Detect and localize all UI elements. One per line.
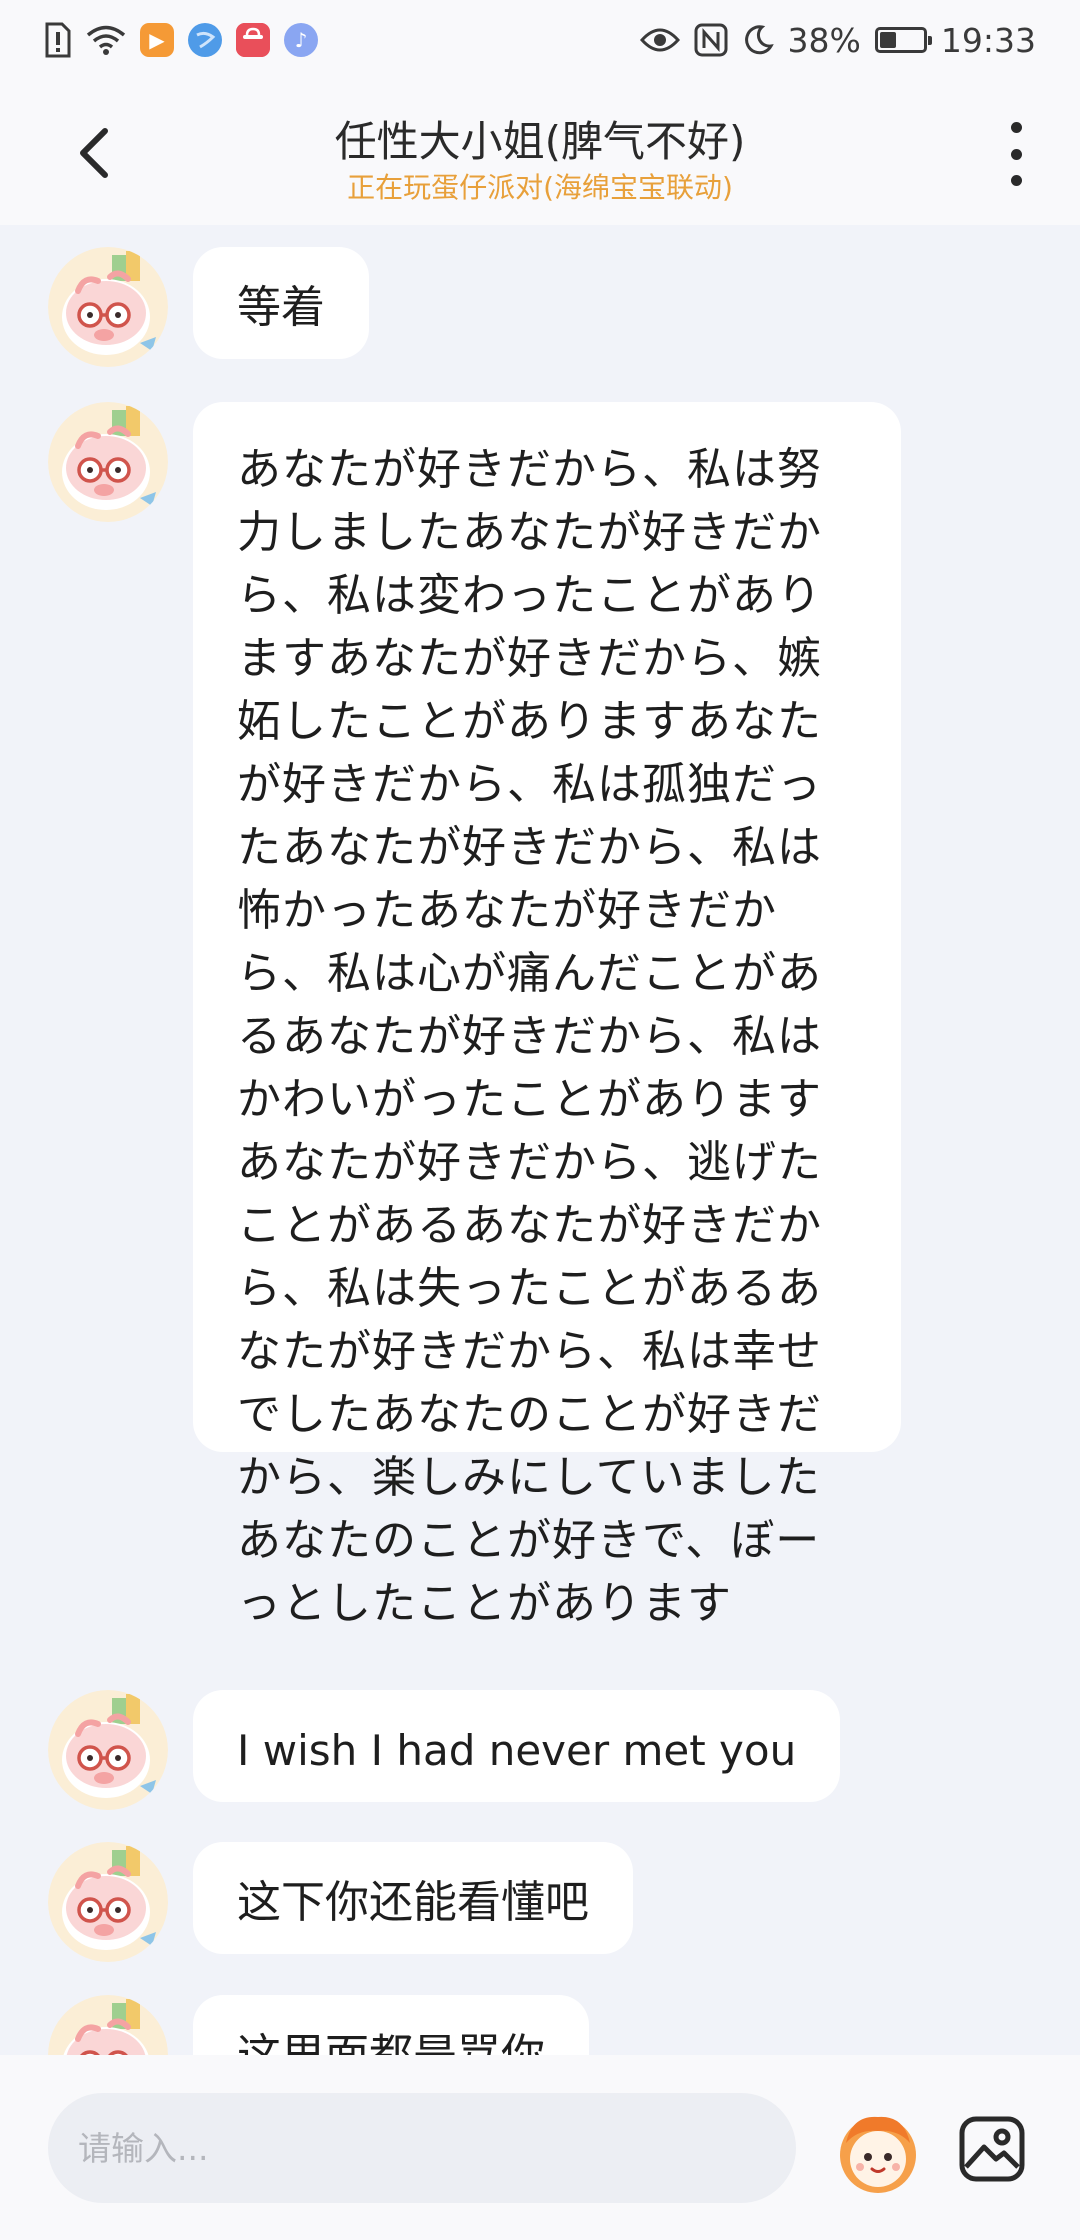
more-options-button[interactable] — [994, 122, 1038, 186]
more-vertical-icon-dot — [1010, 148, 1022, 160]
message-row: あなたが好きだから、私は努力しましたあなたが好きだから、私は変わったことがありま… — [0, 402, 1080, 1629]
moon-icon — [742, 24, 774, 56]
message-bubble[interactable]: 等着 — [193, 247, 369, 359]
nfc-icon — [694, 23, 728, 57]
contact-avatar[interactable] — [48, 1690, 168, 1810]
video-app-icon: ▶ — [140, 23, 174, 57]
wifi-icon — [86, 24, 126, 56]
message-bubble[interactable]: 这下你还能看懂吧 — [193, 1842, 633, 1954]
message-bubble[interactable]: 这里面都是骂你 — [193, 1995, 589, 2055]
chat-screen: ▶ ♪ 38% 19:33 任性大小姐(脾气不好) 正在玩蛋仔派对(海绵宝宝联动… — [0, 0, 1080, 2240]
contact-avatar[interactable] — [48, 247, 168, 367]
status-left-icons: ▶ ♪ — [44, 20, 318, 60]
image-icon — [959, 2116, 1025, 2182]
battery-percent: 38% — [787, 20, 861, 60]
input-bar — [0, 2055, 1080, 2240]
message-row: 这下你还能看懂吧 — [0, 1842, 1080, 1962]
image-button[interactable] — [958, 2115, 1026, 2183]
message-row: I wish I had never met you — [0, 1690, 1080, 1810]
message-input[interactable] — [48, 2093, 796, 2203]
alert-icon — [44, 21, 72, 59]
contact-avatar[interactable] — [48, 402, 168, 522]
character-emoji-icon — [840, 2116, 916, 2193]
chat-header: 任性大小姐(脾气不好) 正在玩蛋仔派对(海绵宝宝联动) — [0, 80, 1080, 225]
message-list[interactable]: 等着 あなたが好きだから、私は努力しましたあなたが好きだから、私は変わったことが… — [0, 225, 1080, 2055]
contact-avatar[interactable] — [48, 1995, 168, 2055]
contact-avatar[interactable] — [48, 1842, 168, 1962]
eye-icon — [639, 26, 680, 54]
status-bar: ▶ ♪ 38% 19:33 — [0, 0, 1080, 80]
shop-app-icon — [236, 23, 270, 57]
status-right-icons: 38% 19:33 — [639, 16, 1036, 64]
clock: 19:33 — [940, 20, 1036, 60]
music-app-icon: ♪ — [284, 23, 318, 57]
battery-icon — [874, 27, 932, 53]
browser-app-icon — [188, 23, 222, 57]
message-bubble[interactable]: あなたが好きだから、私は努力しましたあなたが好きだから、私は変わったことがありま… — [193, 402, 901, 1629]
chat-status-subtitle: 正在玩蛋仔派对(海绵宝宝联动) — [347, 171, 733, 204]
message-row: 这里面都是骂你 — [0, 1995, 1080, 2055]
message-row: 等着 — [0, 247, 1080, 367]
emoji-button[interactable] — [832, 2107, 924, 2199]
chat-title: 任性大小姐(脾气不好) — [334, 117, 746, 166]
message-bubble[interactable]: I wish I had never met you — [193, 1690, 841, 1802]
more-vertical-icon — [1010, 122, 1022, 133]
more-vertical-icon-dot — [1010, 175, 1022, 186]
battery-fill — [879, 32, 896, 48]
